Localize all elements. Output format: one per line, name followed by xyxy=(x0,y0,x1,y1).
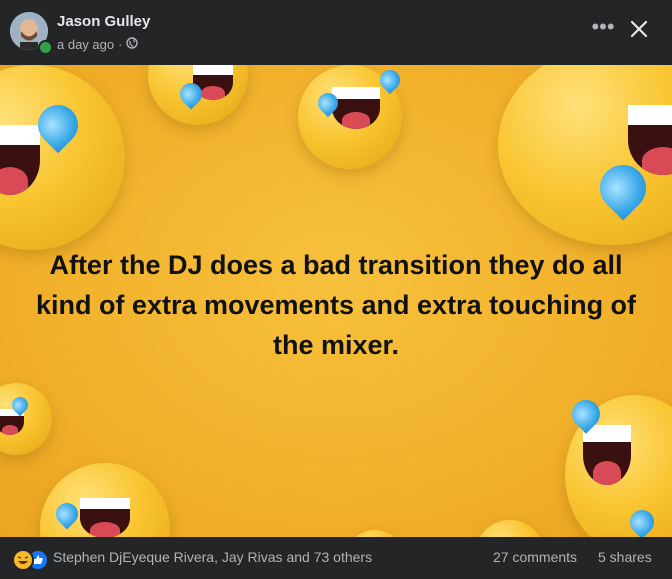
author-name[interactable]: Jason Gulley xyxy=(57,13,150,30)
haha-icon xyxy=(12,549,34,571)
laughing-emoji-decoration xyxy=(40,463,170,537)
laughing-emoji-decoration xyxy=(475,520,545,537)
laughing-emoji-decoration xyxy=(345,530,405,537)
reactors-link[interactable]: Stephen DjEyeque Rivera, Jay Rivas and 7… xyxy=(53,549,372,565)
post-text: After the DJ does a bad transition they … xyxy=(35,250,637,360)
laughing-emoji-decoration xyxy=(0,383,52,455)
laughing-emoji-decoration xyxy=(498,65,672,245)
post-time[interactable]: a day ago xyxy=(57,37,114,52)
post-header: Jason Gulley a day ago · ••• xyxy=(0,0,672,65)
ellipsis-icon[interactable]: ••• xyxy=(588,16,618,40)
post-image[interactable]: After the DJ does a bad transition they … xyxy=(0,65,672,537)
meta-separator: · xyxy=(118,37,123,52)
comments-link[interactable]: 27 comments xyxy=(493,549,577,565)
globe-icon xyxy=(126,37,139,52)
online-status-indicator xyxy=(38,40,53,55)
post-meta: a day ago · xyxy=(57,37,139,52)
shares-link[interactable]: 5 shares xyxy=(598,549,652,565)
post-footer: Stephen DjEyeque Rivera, Jay Rivas and 7… xyxy=(0,537,672,579)
reaction-icons[interactable] xyxy=(12,548,49,571)
laughing-emoji-decoration xyxy=(0,65,125,250)
close-icon[interactable] xyxy=(626,16,652,42)
